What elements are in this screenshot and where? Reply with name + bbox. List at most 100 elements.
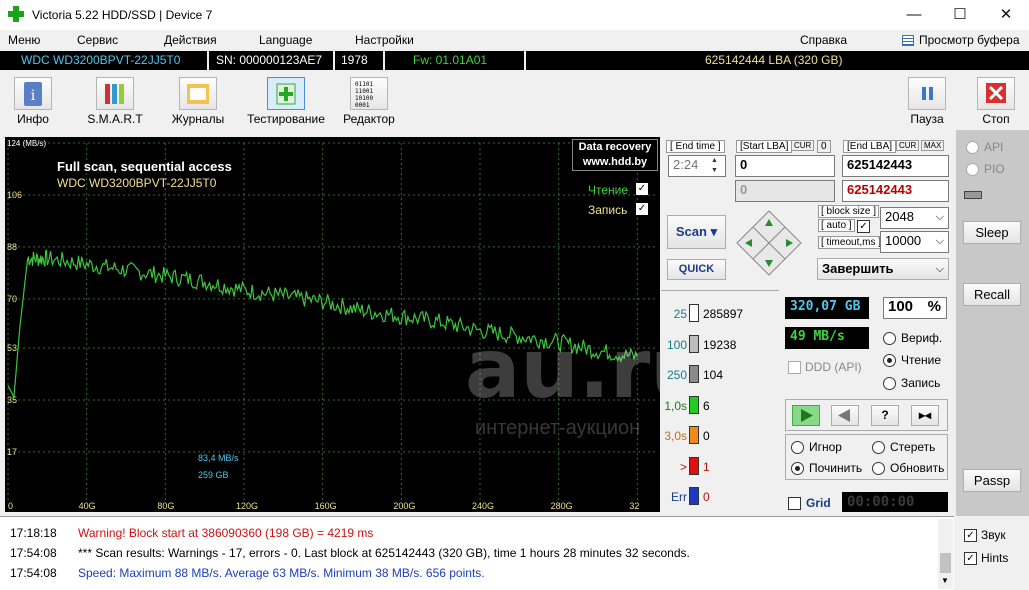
quick-button[interactable]: QUICK	[667, 259, 726, 280]
block-stat-swatch	[689, 487, 699, 505]
block-stat-row: 25 285897	[661, 304, 779, 324]
testing-button[interactable]: Тестирование	[246, 74, 326, 128]
hints-checkbox[interactable]: ✓	[964, 552, 977, 565]
finish-action-select[interactable]: Завершить ⌵	[817, 258, 949, 280]
block-stat-swatch	[689, 456, 699, 475]
menu-item-help[interactable]: Справка	[800, 33, 847, 47]
log-entry: 17:54:08 Speed: Maximum 88 MB/s. Average …	[10, 566, 485, 580]
progress-percent-display: 100%	[883, 297, 947, 319]
log-message: *** Scan results: Warnings - 17, errors …	[78, 546, 690, 560]
repair-radio[interactable]	[791, 462, 804, 475]
block-stat-value: 19238	[703, 337, 737, 352]
api-radio[interactable]	[966, 141, 979, 154]
divider	[207, 51, 209, 70]
auto-checkbox[interactable]: ✓	[857, 220, 870, 233]
block-stat-value: 0	[703, 490, 710, 504]
update-radio[interactable]	[872, 462, 885, 475]
play-button[interactable]	[792, 405, 820, 426]
end-lba-max-button[interactable]: MAX	[921, 140, 945, 151]
drive-info-bar: WDC WD3200BPVT-22JJ5T0 SN: 000000123AE7 …	[0, 51, 1029, 70]
timeout-select[interactable]: 10000 ⌵	[880, 231, 949, 253]
divider	[333, 51, 335, 70]
chevron-down-icon: ⌵	[935, 211, 944, 223]
menu-item-language[interactable]: Language	[259, 33, 312, 47]
verify-radio[interactable]	[883, 332, 896, 345]
block-stat-swatch	[689, 426, 699, 444]
maximize-button[interactable]: ☐	[937, 0, 983, 30]
block-stat-row: 1,0s 6	[661, 395, 779, 416]
block-stat-row: >1	[661, 456, 779, 477]
y-tick-label: 70	[7, 294, 17, 304]
sound-checkbox[interactable]: ✓	[964, 529, 977, 542]
start-lba-label: [Start LBA]	[736, 140, 793, 153]
read-mode-label: Чтение	[901, 353, 942, 367]
grid-checkbox[interactable]	[788, 497, 801, 510]
read-legend-checkbox[interactable]: ✓	[636, 183, 648, 195]
x-tick-label: 120G	[236, 501, 258, 511]
graph-drive-model: WDC WD3200BPVT-22JJ5T0	[57, 176, 217, 190]
read-legend-label: Чтение	[588, 183, 629, 197]
verify-label: Вериф.	[901, 331, 943, 345]
log-entry: 17:18:18 Warning! Block start at 38609036…	[10, 526, 374, 540]
sleep-button[interactable]: Sleep	[963, 221, 1021, 244]
block-stat-value: 6	[703, 398, 710, 413]
buffer-icon	[902, 35, 914, 46]
end-lba-cur-button[interactable]: CUR	[896, 140, 920, 151]
menu-item-settings[interactable]: Настройки	[355, 33, 414, 47]
pio-radio[interactable]	[966, 163, 979, 176]
status-panel: 320,07 GB 100% 49 MB/s DDD (API) Вериф. …	[780, 290, 953, 512]
drive-indicator	[964, 191, 982, 199]
minimize-button[interactable]: —	[891, 0, 937, 30]
ignore-radio[interactable]	[791, 441, 804, 454]
read-radio[interactable]	[883, 354, 896, 367]
editor-icon: 01101 11001 10100 0001	[350, 77, 388, 110]
ignore-label: Игнор	[809, 440, 842, 454]
logs-button[interactable]: Журналы	[158, 74, 238, 128]
write-mode-label: Запись	[901, 376, 941, 390]
log-entry: 17:54:08 *** Scan results: Warnings - 17,…	[10, 546, 690, 560]
back-icon	[838, 409, 850, 422]
end-lba-current-field: 625142443	[842, 180, 949, 202]
y-tick-label: 35	[7, 395, 17, 405]
block-stat-swatch	[689, 395, 699, 414]
recall-button[interactable]: Recall	[963, 283, 1021, 306]
current-lba-field: 0	[735, 180, 835, 202]
start-lba-input[interactable]: 0	[735, 155, 835, 177]
y-tick-label: 53	[7, 343, 17, 353]
write-radio[interactable]	[883, 377, 896, 390]
back-button[interactable]	[831, 405, 859, 426]
block-stat-row: 100 19238	[661, 334, 779, 355]
end-lba-input[interactable]: 625142443	[842, 155, 949, 177]
start-lba-cur-button[interactable]: CUR	[791, 140, 815, 151]
stop-button[interactable]: Стоп	[956, 74, 1029, 128]
pause-icon	[908, 77, 946, 110]
hints-label: Hints	[981, 551, 1009, 565]
navigation-pad[interactable]	[735, 209, 803, 277]
passport-button[interactable]: Passp	[963, 469, 1021, 492]
chevron-down-icon: ⌵	[935, 263, 944, 275]
erase-radio[interactable]	[872, 441, 885, 454]
current-position-label: 259 GB	[198, 470, 229, 480]
jump-end-button[interactable]: ▸◂	[911, 405, 939, 426]
y-tick-label: 106	[7, 190, 22, 200]
menu-item-menu[interactable]: Меню	[8, 33, 40, 47]
block-stat-label: 25	[673, 307, 687, 321]
close-button[interactable]: ✕	[983, 0, 1029, 30]
info-button[interactable]: i Инфо	[0, 74, 73, 128]
menu-item-buffer[interactable]: Просмотр буфера	[919, 33, 1020, 47]
editor-button[interactable]: 01101 11001 10100 0001 Редактор	[329, 74, 409, 128]
block-size-select[interactable]: 2048 ⌵	[880, 207, 949, 229]
smart-button[interactable]: S.M.A.R.T	[75, 74, 155, 128]
skip-unknown-button[interactable]: ?	[871, 405, 899, 426]
write-legend-checkbox[interactable]: ✓	[636, 203, 648, 215]
ddd-checkbox[interactable]	[788, 361, 801, 374]
menu-item-service[interactable]: Сервис	[77, 33, 118, 47]
pause-button[interactable]: Пауза	[887, 74, 967, 128]
log-scrollbar[interactable]: ▼	[938, 519, 953, 589]
end-time-spinner[interactable]: ▲ ▼	[711, 156, 718, 176]
menu-item-actions[interactable]: Действия	[164, 33, 217, 47]
scan-dropdown-button[interactable]: Scan ▾	[667, 215, 726, 249]
x-tick-label: 160G	[315, 501, 337, 511]
start-lba-zero-button[interactable]: 0	[817, 140, 831, 153]
brand-line1: Data recovery	[578, 141, 652, 153]
